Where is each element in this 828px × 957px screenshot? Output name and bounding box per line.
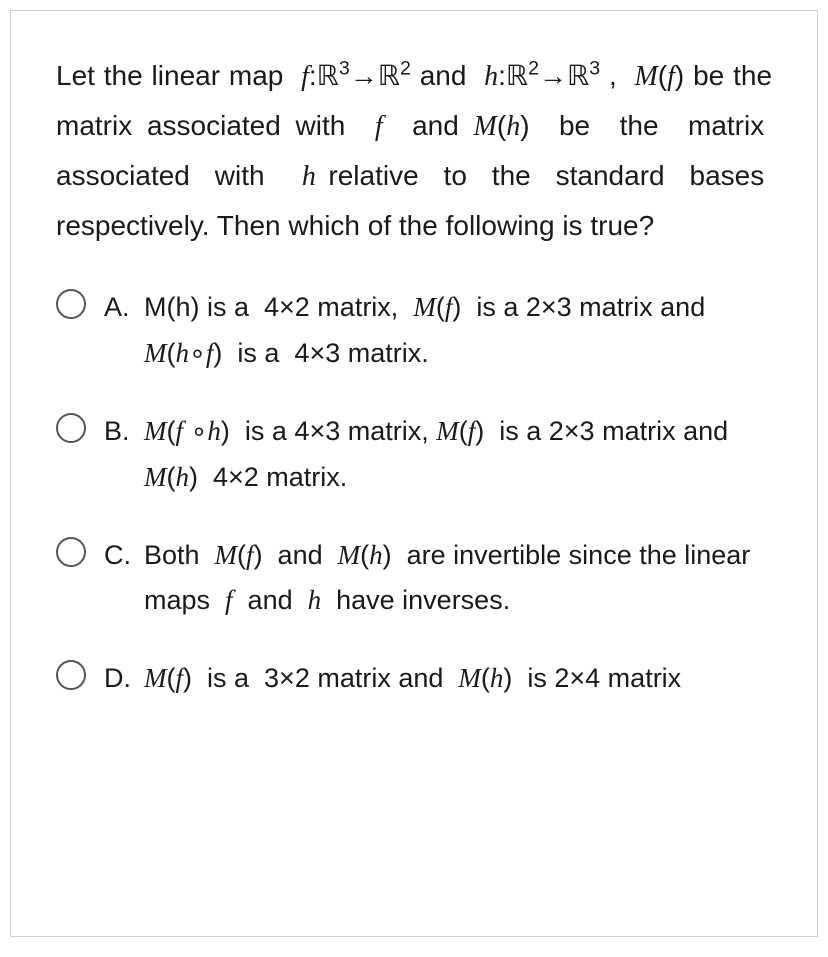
- radio-c[interactable]: [56, 537, 86, 567]
- option-text: M(f ∘h) is a 4×3 matrix, M(f) is a 2×3 m…: [144, 409, 772, 501]
- option-body: C. Both M(f) and M(h) are invertible sin…: [104, 533, 772, 625]
- option-body: A. M(h) is a 4×2 matrix, M(f) is a 2×3 m…: [104, 285, 772, 377]
- option-letter: C.: [104, 533, 134, 579]
- option-letter: B.: [104, 409, 134, 455]
- option-d: D. M(f) is a 3×2 matrix and M(h) is 2×4 …: [56, 656, 772, 702]
- option-text: M(h) is a 4×2 matrix, M(f) is a 2×3 matr…: [144, 285, 772, 377]
- radio-b[interactable]: [56, 413, 86, 443]
- options-list: A. M(h) is a 4×2 matrix, M(f) is a 2×3 m…: [56, 285, 772, 702]
- option-text: M(f) is a 3×2 matrix and M(h) is 2×4 mat…: [144, 656, 681, 702]
- question-card: Let the linear map f:ℝ3→ℝ2 and h:ℝ2→ℝ3 ,…: [10, 10, 818, 937]
- option-letter: A.: [104, 285, 134, 331]
- radio-a[interactable]: [56, 289, 86, 319]
- radio-d[interactable]: [56, 660, 86, 690]
- option-b: B. M(f ∘h) is a 4×3 matrix, M(f) is a 2×…: [56, 409, 772, 501]
- option-text: Both M(f) and M(h) are invertible since …: [144, 533, 772, 625]
- option-body: D. M(f) is a 3×2 matrix and M(h) is 2×4 …: [104, 656, 772, 702]
- option-a: A. M(h) is a 4×2 matrix, M(f) is a 2×3 m…: [56, 285, 772, 377]
- question-text: Let the linear map f:ℝ3→ℝ2 and h:ℝ2→ℝ3 ,…: [56, 51, 772, 250]
- option-c: C. Both M(f) and M(h) are invertible sin…: [56, 533, 772, 625]
- option-letter: D.: [104, 656, 134, 702]
- option-body: B. M(f ∘h) is a 4×3 matrix, M(f) is a 2×…: [104, 409, 772, 501]
